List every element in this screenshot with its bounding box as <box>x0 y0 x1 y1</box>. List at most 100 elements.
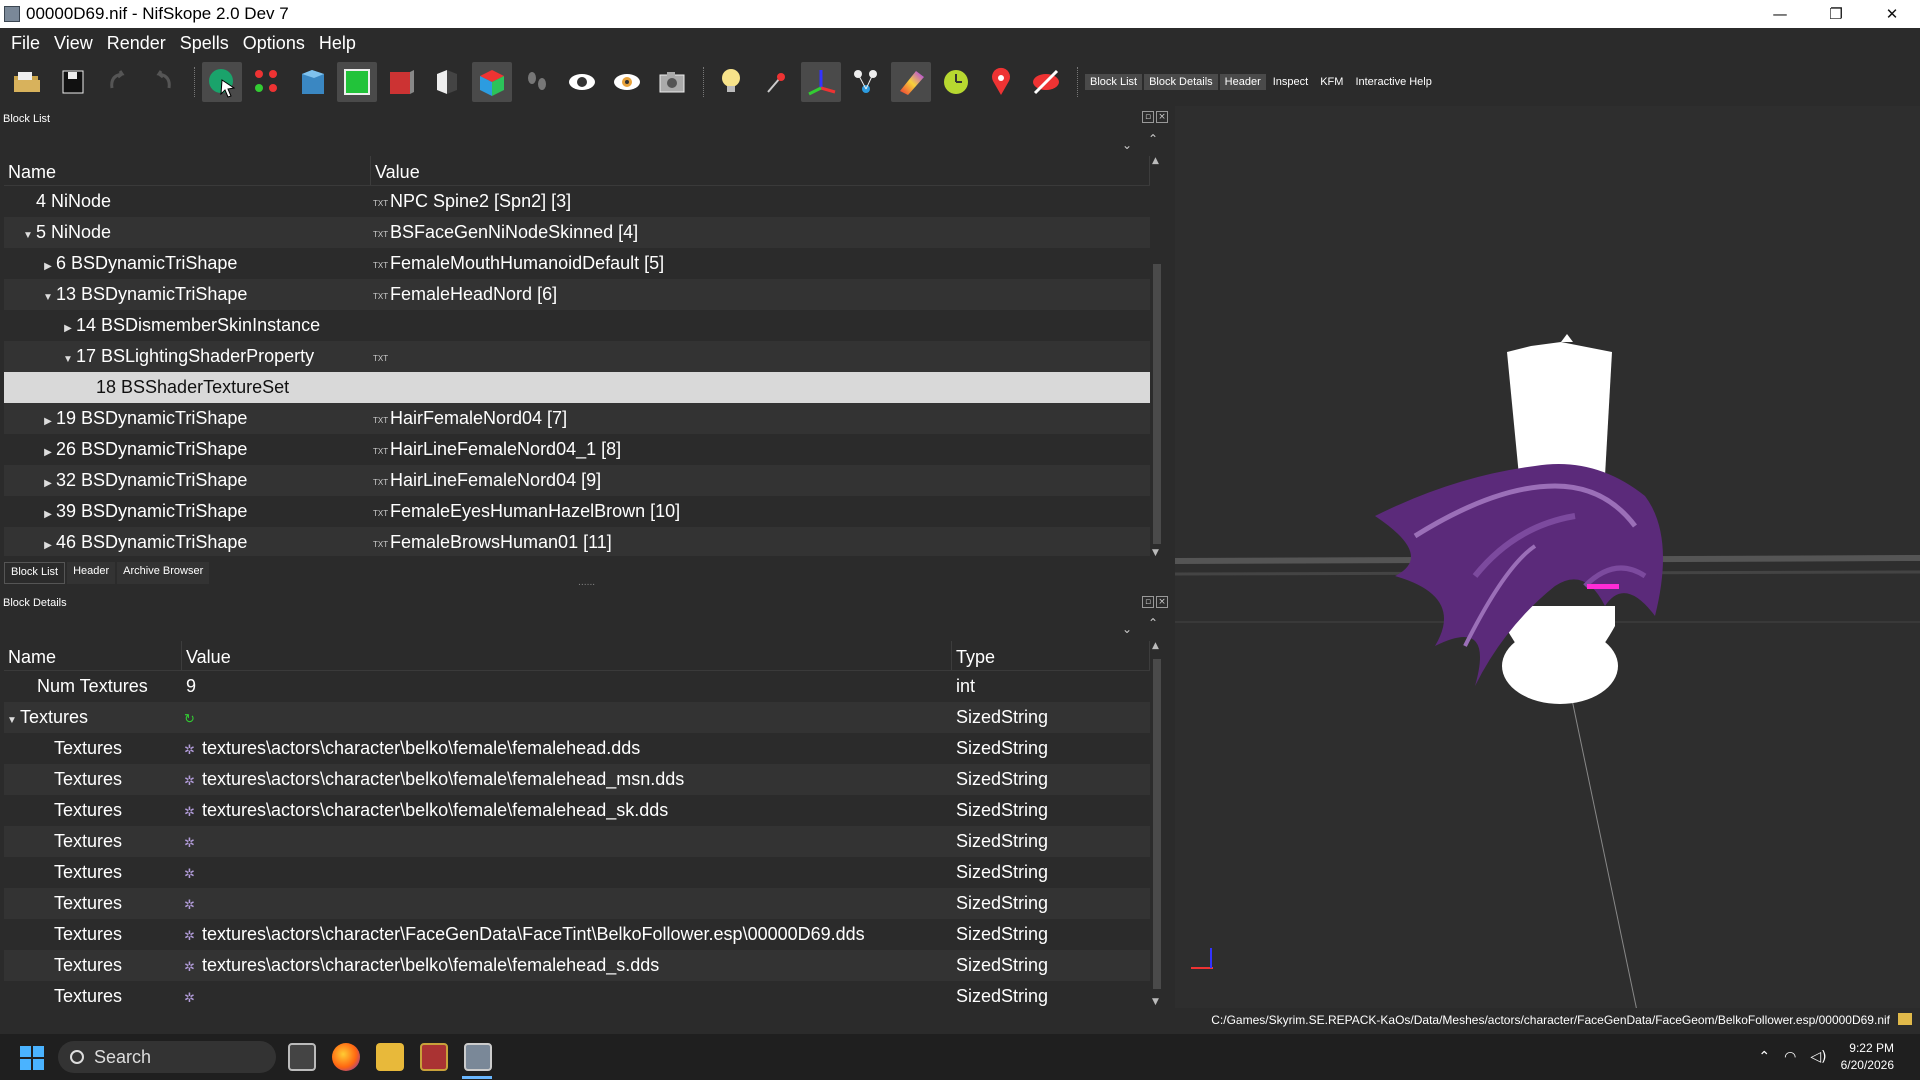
volume-icon[interactable]: ◁) <box>1810 1049 1826 1065</box>
gear-icon[interactable]: ✲ <box>184 982 195 1007</box>
render-viewport[interactable] <box>1174 106 1920 1012</box>
view-top-icon[interactable] <box>292 62 332 102</box>
block-row[interactable]: ▶ 19 BSDynamicTriShape TXT HairFemaleNord04… <box>4 403 1150 434</box>
expand-arrow-icon[interactable]: ▼ <box>20 220 36 248</box>
field-value-cell[interactable]: ✲ textures\actors\character\belko\female\… <box>182 764 952 795</box>
detail-name-cell[interactable]: Textures <box>4 733 182 764</box>
collapse-arrow-icon[interactable]: ▶ <box>60 313 76 341</box>
eye-alt-icon[interactable] <box>607 62 647 102</box>
block-list-scrollbar[interactable]: ▲ ▼ <box>1150 156 1164 558</box>
nifskope-icon[interactable] <box>464 1043 492 1071</box>
eye-icon[interactable] <box>562 62 602 102</box>
detail-name-cell[interactable]: Textures <box>4 981 182 1007</box>
block-value-cell[interactable]: TXT NPC Spine2 [Spn2] [3] <box>371 186 1150 217</box>
float-icon[interactable]: ▫ <box>1142 111 1154 123</box>
block-name-cell[interactable]: 4 NiNode <box>4 186 371 217</box>
firefox-icon[interactable] <box>332 1043 360 1071</box>
field-value-cell[interactable]: ✲ textures\actors\character\FaceGenData\F… <box>182 919 952 950</box>
collapse-arrow-icon[interactable]: ▶ <box>40 251 56 279</box>
field-value-cell[interactable]: ✲ textures\actors\character\belko\female\… <box>182 950 952 981</box>
block-name-cell[interactable]: ▶ 19 BSDynamicTriShape <box>4 403 371 434</box>
block-row[interactable]: ▼ 13 BSDynamicTriShape TXT FemaleHeadNord [… <box>4 279 1150 310</box>
block-row[interactable]: ▶ 14 BSDismemberSkinInstance <box>4 310 1150 341</box>
column-type[interactable]: Type <box>952 641 1150 670</box>
detail-row[interactable]: ▼ Textures ↻ SizedString <box>4 702 1150 733</box>
toggle-block-details[interactable]: Block Details <box>1144 74 1218 90</box>
pin-icon[interactable] <box>756 62 796 102</box>
view-user-icon[interactable] <box>427 62 467 102</box>
taskbar-search[interactable]: Search <box>58 1041 276 1073</box>
block-name-cell[interactable]: ▶ 14 BSDismemberSkinInstance <box>4 310 371 341</box>
collapse-arrow-icon[interactable]: ▶ <box>40 530 56 556</box>
minimize-button[interactable]: — <box>1752 0 1808 28</box>
block-value-cell[interactable]: TXT FemaleHeadNord [6] <box>371 279 1150 310</box>
open-icon[interactable] <box>8 62 48 102</box>
clock-icon[interactable] <box>936 62 976 102</box>
block-name-cell[interactable]: ▼ 5 NiNode <box>4 217 371 248</box>
field-value-cell[interactable]: ✲ <box>182 888 952 919</box>
detail-row[interactable]: Textures ✲ SizedString <box>4 826 1150 857</box>
float-icon[interactable]: ▫ <box>1142 596 1154 608</box>
footsteps-icon[interactable] <box>517 62 557 102</box>
select-object-icon[interactable] <box>202 62 242 102</box>
detail-name-cell[interactable]: Textures <box>4 764 182 795</box>
screenshot-icon[interactable] <box>652 62 692 102</box>
redo-icon[interactable] <box>143 62 183 102</box>
gear-icon[interactable]: ✲ <box>184 765 195 795</box>
menu-options[interactable]: Options <box>236 33 312 54</box>
taskbar-clock[interactable]: 9:22 PM 6/20/2026 <box>1841 1040 1894 1074</box>
scroll-up-arrow-icon[interactable]: ▲ <box>1152 156 1159 166</box>
detail-row[interactable]: Textures ✲ textures\actors\character\FaceG… <box>4 919 1150 950</box>
block-row[interactable]: ▶ 32 BSDynamicTriShape TXT HairLineFemaleNo… <box>4 465 1150 496</box>
block-row[interactable]: 4 NiNode TXT NPC Spine2 [Spn2] [3] <box>4 186 1150 217</box>
toggle-header[interactable]: Header <box>1219 74 1266 90</box>
menu-render[interactable]: Render <box>100 33 173 54</box>
expand-arrow-icon[interactable]: ▼ <box>60 344 76 372</box>
detail-row[interactable]: Textures ✲ SizedString <box>4 888 1150 919</box>
wifi-icon[interactable]: ◠ <box>1784 1049 1796 1065</box>
block-row[interactable]: ▶ 26 BSDynamicTriShape TXT HairLineFemaleNo… <box>4 434 1150 465</box>
column-name[interactable]: Name <box>4 641 182 670</box>
detail-name-cell[interactable]: Textures <box>4 795 182 826</box>
toggle-kfm[interactable]: KFM <box>1315 74 1348 90</box>
gear-icon[interactable]: ✲ <box>184 734 195 764</box>
block-value-cell[interactable]: TXT HairLineFemaleNord04 [9] <box>371 465 1150 496</box>
scroll-up-chevron-icon[interactable]: ⌃ <box>1148 132 1158 146</box>
column-name[interactable]: Name <box>4 156 371 185</box>
block-row[interactable]: ▼ 17 BSLightingShaderProperty TXT <box>4 341 1150 372</box>
block-name-cell[interactable]: ▶ 46 BSDynamicTriShape <box>4 527 371 556</box>
expand-arrow-icon[interactable]: ▼ <box>4 705 20 733</box>
save-icon[interactable] <box>53 62 93 102</box>
collapse-arrow-icon[interactable]: ▶ <box>40 499 56 527</box>
scroll-down-arrow-icon[interactable]: ▼ <box>1152 548 1159 558</box>
column-value[interactable]: Value <box>182 641 952 670</box>
block-name-cell[interactable]: ▶ 6 BSDynamicTriShape <box>4 248 371 279</box>
detail-name-cell[interactable]: Textures <box>4 826 182 857</box>
block-details-scrollbar[interactable]: ▲ ▼ <box>1150 641 1164 1007</box>
block-name-cell[interactable]: ▼ 17 BSLightingShaderProperty <box>4 341 371 372</box>
close-button[interactable]: ✕ <box>1864 0 1920 28</box>
field-value-cell[interactable]: ✲ <box>182 857 952 888</box>
menu-help[interactable]: Help <box>312 33 363 54</box>
field-value-cell[interactable]: ✲ textures\actors\character\belko\female\… <box>182 795 952 826</box>
scroll-up-chevron-icon[interactable]: ⌃ <box>1148 616 1158 630</box>
no-visibility-icon[interactable] <box>1026 62 1066 102</box>
gear-icon[interactable]: ✲ <box>184 858 195 888</box>
menu-spells[interactable]: Spells <box>173 33 236 54</box>
winrar-icon[interactable] <box>420 1043 448 1071</box>
block-value-cell[interactable] <box>371 372 1150 403</box>
detail-row[interactable]: Num Textures 9 int <box>4 671 1150 702</box>
collapse-arrow-icon[interactable]: ▶ <box>40 437 56 465</box>
detail-name-cell[interactable]: Textures <box>4 950 182 981</box>
block-name-cell[interactable]: ▼ 13 BSDynamicTriShape <box>4 279 371 310</box>
block-value-cell[interactable]: TXT BSFaceGenNiNodeSkinned [4] <box>371 217 1150 248</box>
block-value-cell[interactable]: TXT FemaleEyesHumanHazelBrown [10] <box>371 496 1150 527</box>
panel-splitter[interactable]: ...... <box>578 578 595 588</box>
toggle-block-list[interactable]: Block List <box>1085 74 1143 90</box>
block-row[interactable]: ▶ 39 BSDynamicTriShape TXT FemaleEyesHumanH… <box>4 496 1150 527</box>
scroll-down-arrow-icon[interactable]: ▼ <box>1152 997 1159 1007</box>
toggle-interactive-help[interactable]: Interactive Help <box>1350 74 1436 90</box>
block-value-cell[interactable]: TXT <box>371 341 1150 372</box>
gear-icon[interactable]: ✲ <box>184 827 195 857</box>
column-value[interactable]: Value <box>371 156 1150 185</box>
